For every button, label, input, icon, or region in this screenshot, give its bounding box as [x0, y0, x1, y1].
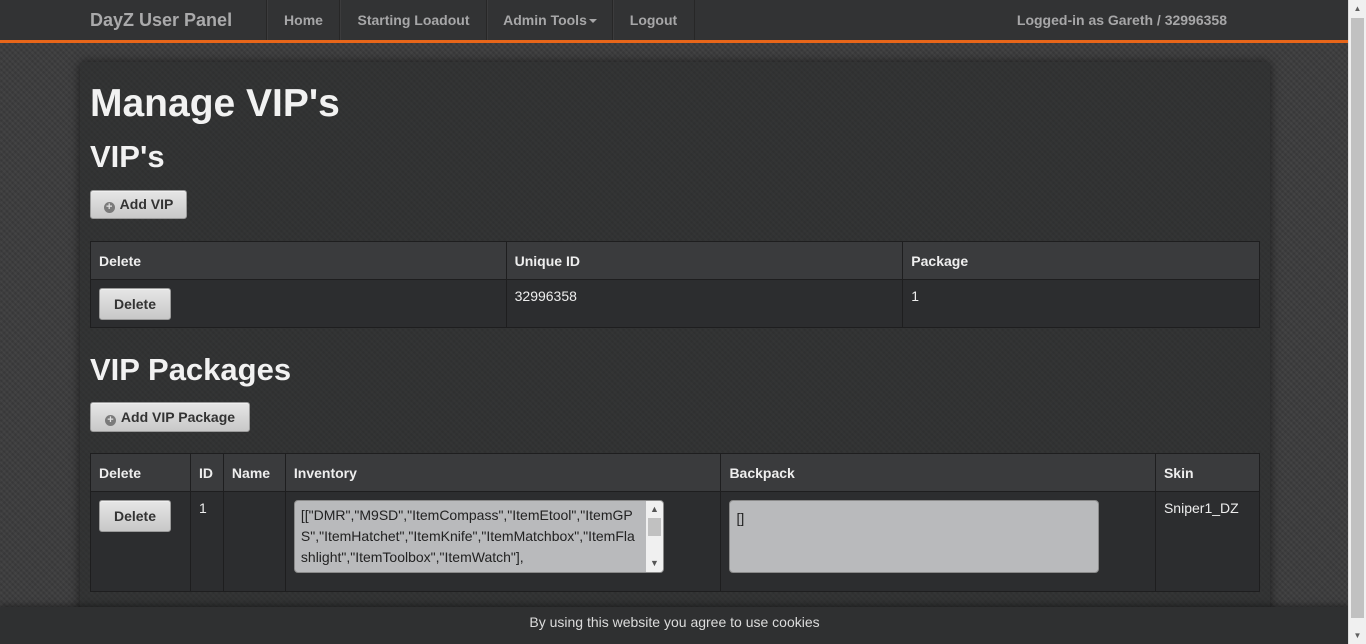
inventory-textarea[interactable]: [["DMR","M9SD","ItemCompass","ItemEtool"… [293, 500, 664, 573]
table-header-row: Delete Unique ID Package [90, 241, 1260, 280]
column-header: Name [222, 453, 286, 492]
page-scrollbar[interactable]: ▲ ▼ [1348, 0, 1366, 644]
vips-heading: VIP's [90, 139, 165, 174]
delete-cell: Delete [90, 279, 507, 328]
add-vip-package-button[interactable]: + Add VIP Package [90, 402, 250, 432]
column-header: Delete [90, 453, 191, 492]
skin-cell: Sniper1_DZ [1154, 491, 1261, 592]
plus-circle-icon: + [103, 202, 115, 213]
inventory-scrollbar[interactable]: ▲ ▼ [645, 501, 663, 572]
backpack-cell: [] [720, 491, 1156, 592]
nav-admin-tools-label: Admin Tools [503, 12, 587, 28]
nav-starting-loadout[interactable]: Starting Loadout [339, 0, 487, 40]
inventory-cell: [["DMR","M9SD","ItemCompass","ItemEtool"… [284, 491, 722, 592]
delete-vip-button[interactable]: Delete [99, 288, 171, 320]
column-header: Package [902, 241, 1260, 280]
add-vip-label: Add VIP [119, 196, 174, 212]
column-header: ID [189, 453, 224, 492]
cookie-notice-bar: By using this website you agree to use c… [0, 607, 1349, 644]
delete-cell: Delete [90, 491, 191, 592]
nav-starting-loadout-label: Starting Loadout [357, 12, 470, 28]
vip-packages-heading: VIP Packages [90, 352, 292, 387]
package-cell: 1 [902, 279, 1260, 328]
nav-admin-tools-dropdown[interactable]: Admin Tools [486, 0, 613, 40]
column-header: Skin [1154, 453, 1261, 492]
top-navbar: DayZ User Panel Home Starting Loadout Ad… [0, 0, 1349, 43]
brand-link[interactable]: DayZ User Panel [90, 10, 232, 31]
vips-table: Delete Unique ID Package Delete 32996358… [90, 241, 1260, 328]
scroll-thumb[interactable] [1351, 18, 1364, 618]
unique-id-cell: 32996358 [505, 279, 904, 328]
page-title: Manage VIP's [90, 82, 340, 125]
scroll-up-arrow-icon[interactable]: ▲ [1349, 0, 1366, 17]
backpack-text: [] [736, 510, 745, 526]
nav-logout-label: Logout [629, 12, 678, 28]
delete-package-button[interactable]: Delete [99, 500, 171, 532]
column-header: Inventory [284, 453, 722, 492]
nav-home-label: Home [284, 12, 323, 28]
column-header: Unique ID [505, 241, 904, 280]
scroll-thumb[interactable] [647, 518, 661, 536]
table-header-row: Delete ID Name Inventory Backpack Skin [90, 453, 1261, 492]
column-header: Delete [90, 241, 507, 280]
scroll-up-arrow-icon[interactable]: ▲ [646, 501, 663, 518]
table-row: Delete 1 [["DMR","M9SD","ItemCompass","I… [90, 491, 1261, 592]
logged-in-status: Logged-in as Gareth / 32996358 [1016, 12, 1227, 28]
cookie-notice-text: By using this website you agree to use c… [529, 614, 820, 630]
add-vip-button[interactable]: + Add VIP [90, 190, 187, 219]
package-id-cell: 1 [189, 491, 224, 592]
add-vip-package-label: Add VIP Package [120, 409, 236, 425]
plus-circle-icon: + [104, 415, 116, 426]
table-row: Delete 32996358 1 [90, 279, 1260, 328]
backpack-textarea[interactable]: [] [729, 500, 1100, 573]
caret-down-icon [588, 19, 597, 24]
nav-logout[interactable]: Logout [612, 0, 695, 40]
package-name-cell [222, 491, 286, 592]
inventory-text: [["DMR","M9SD","ItemCompass","ItemEtool"… [300, 507, 635, 565]
nav-home[interactable]: Home [266, 0, 340, 40]
column-header: Backpack [720, 453, 1156, 492]
scroll-down-arrow-icon[interactable]: ▼ [646, 555, 663, 572]
vip-packages-table: Delete ID Name Inventory Backpack Skin D… [90, 453, 1261, 592]
scroll-down-arrow-icon[interactable]: ▼ [1349, 627, 1366, 644]
